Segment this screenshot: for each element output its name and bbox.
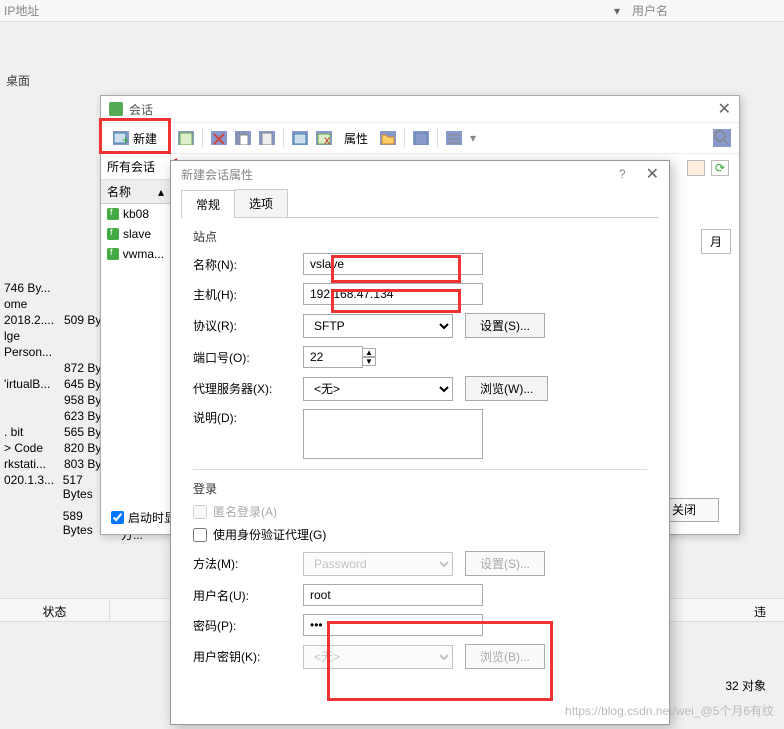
desc-field[interactable] [303, 409, 483, 459]
session-item[interactable]: slave [101, 224, 170, 244]
username-field[interactable] [303, 584, 483, 606]
key-browse-button: 浏览(B)... [465, 644, 545, 669]
session-item[interactable]: kb08 [101, 204, 170, 224]
name-column-header[interactable]: 名称 ▴ [101, 180, 170, 204]
cut-icon[interactable] [211, 131, 227, 145]
tab-general[interactable]: 常规 [181, 190, 235, 218]
close-icon[interactable]: ✕ [646, 164, 659, 184]
protocol-label: 协议(R): [193, 317, 303, 334]
save-icon[interactable] [178, 131, 194, 145]
chevron-down-icon[interactable]: ▾ [470, 131, 476, 145]
copy-icon[interactable] [235, 131, 251, 145]
port-stepper-down[interactable]: ▼ [362, 357, 376, 366]
port-stepper-up[interactable]: ▲ [362, 348, 376, 357]
close-icon[interactable]: ✕ [718, 99, 731, 119]
anon-label: 匿名登录(A) [213, 503, 277, 520]
anon-checkbox [193, 505, 207, 519]
key-select: <无> [303, 645, 453, 669]
proxy-browse-button[interactable]: 浏览(W)... [465, 376, 548, 401]
protocol-settings-button[interactable]: 设置(S)... [465, 313, 545, 338]
agent-checkbox-row[interactable]: 使用身份验证代理(G) [193, 526, 647, 543]
username-label: 用户名 [632, 2, 668, 19]
startup-checkbox[interactable] [111, 511, 124, 524]
proxy-select[interactable]: <无> [303, 377, 453, 401]
svg-text:x: x [324, 133, 330, 145]
session-titlebar[interactable]: 会话 ✕ [101, 96, 739, 122]
key-label: 用户密钥(K): [193, 648, 303, 665]
app-icon [109, 102, 123, 116]
pass-label: 密码(P): [193, 617, 303, 634]
svg-text:+: + [122, 133, 129, 145]
refresh-green-icon[interactable]: ⟳ [711, 160, 729, 176]
properties-label: 属性 [344, 130, 368, 147]
new-label: 新建 [133, 130, 157, 147]
top-address-bar: IP地址 ▾ 用户名 [0, 0, 784, 22]
list-icon[interactable] [446, 131, 462, 145]
port-field[interactable] [303, 346, 363, 368]
status-col: 状态 [0, 599, 110, 621]
anon-checkbox-row: 匿名登录(A) [193, 503, 647, 520]
startup-checkbox-row[interactable]: 启动时显 [111, 509, 176, 526]
method-select: Password [303, 552, 453, 576]
object-count: 32 对象 [725, 677, 766, 694]
session-icon [107, 228, 119, 240]
new-button[interactable]: + 新建 [109, 128, 161, 149]
right-info-button[interactable]: 月 [701, 229, 731, 254]
agent-checkbox[interactable] [193, 528, 207, 542]
watermark: https://blog.csdn.net/wei_@5个月6有纹 [565, 702, 774, 719]
chevron-down-icon[interactable]: ▾ [614, 4, 624, 18]
dialog-titlebar[interactable]: 新建会话属性 ? ✕ [171, 161, 669, 187]
delete-icon[interactable]: x [316, 131, 332, 145]
session-item[interactable]: vwma... [101, 244, 170, 264]
properties-button[interactable]: 属性 [340, 128, 372, 149]
view-icon[interactable] [413, 131, 429, 145]
session-icon [107, 248, 119, 260]
host-label: 主机(H): [193, 286, 303, 303]
help-icon[interactable]: ? [619, 167, 626, 181]
dialog-title: 新建会话属性 [181, 166, 619, 183]
session-icon [107, 208, 119, 220]
port-label: 端口号(O): [193, 349, 303, 366]
session-sidebar: 所有会话 名称 ▴ kb08 slave vwma... [101, 154, 171, 534]
refresh-icon[interactable] [292, 131, 308, 145]
name-label: 名称(N): [193, 256, 303, 273]
search-icon[interactable] [713, 129, 731, 147]
protocol-select[interactable]: SFTP [303, 314, 453, 338]
proxy-label: 代理服务器(X): [193, 380, 303, 397]
paste-icon[interactable] [259, 131, 275, 145]
folder-icon[interactable] [380, 131, 396, 145]
desktop-label: 桌面 [0, 22, 784, 89]
all-sessions-row[interactable]: 所有会话 [101, 154, 170, 180]
method-label: 方法(M): [193, 555, 303, 572]
ip-label: IP地址 [4, 2, 614, 19]
dialog-tabs: 常规 选项 [181, 189, 659, 218]
name-field[interactable] [303, 253, 483, 275]
tab-options[interactable]: 选项 [234, 189, 288, 217]
login-heading: 登录 [193, 480, 647, 497]
session-toolbar: + 新建 x 属性 ▾ [101, 122, 739, 154]
desc-label: 说明(D): [193, 409, 303, 426]
chevron-up-icon: ▴ [158, 185, 164, 199]
site-heading: 站点 [193, 228, 647, 245]
startup-label: 启动时显 [128, 509, 176, 526]
new-file-icon: + [113, 131, 129, 145]
session-title: 会话 [129, 101, 718, 118]
user-label: 用户名(U): [193, 587, 303, 604]
agent-label: 使用身份验证代理(G) [213, 526, 326, 543]
method-settings-button: 设置(S)... [465, 551, 545, 576]
host-field[interactable] [303, 283, 483, 305]
new-session-properties-dialog: 新建会话属性 ? ✕ 常规 选项 站点 名称(N): 主机(H): 协议(R):… [170, 160, 670, 725]
status-right: 违 [754, 599, 784, 621]
password-field[interactable] [303, 614, 483, 636]
new-folder-icon[interactable] [687, 160, 705, 176]
